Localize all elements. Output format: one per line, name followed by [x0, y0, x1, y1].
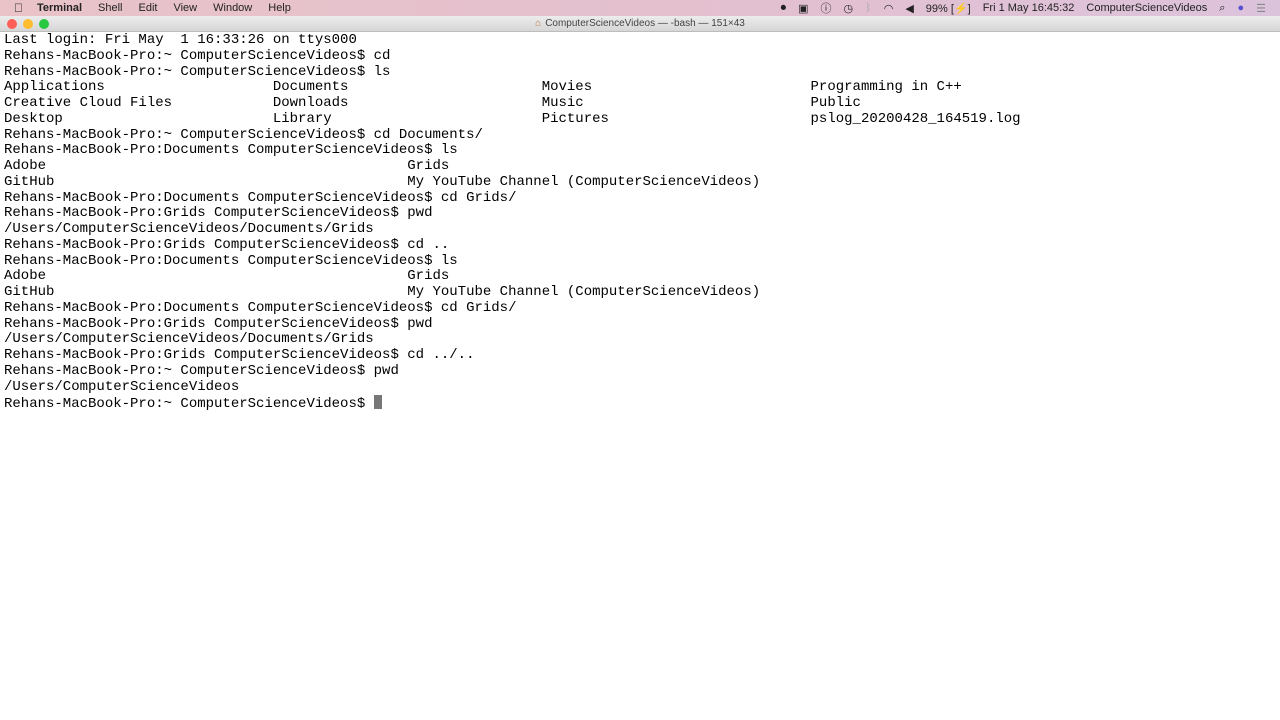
text-cursor	[373, 395, 382, 410]
wifi-icon[interactable]: ◠	[884, 2, 894, 15]
terminal-line: Rehans-MacBook-Pro:Documents ComputerSci…	[4, 189, 517, 206]
terminal-line: /Users/ComputerScienceVideos	[4, 378, 240, 395]
terminal-line: GitHub My YouTube Channel (ComputerScien…	[4, 284, 761, 300]
home-folder-icon: ⌂	[535, 18, 542, 29]
terminal-line: Adobe Grids	[4, 268, 450, 285]
terminal-line: Rehans-MacBook-Pro:~ ComputerScienceVide…	[4, 126, 483, 143]
terminal-line: Rehans-MacBook-Pro:Documents ComputerSci…	[4, 299, 517, 316]
accessibility-icon[interactable]: ⓘ	[821, 0, 832, 16]
screen-record-icon[interactable]: ⏺	[781, 2, 787, 15]
terminal-line: Last login: Fri May 1 16:33:26 on ttys00…	[4, 32, 357, 48]
notification-center-icon[interactable]: ☰	[1256, 2, 1266, 15]
terminal-line: /Users/ComputerScienceVideos/Documents/G…	[4, 221, 374, 237]
menu-shell[interactable]: Shell	[98, 2, 122, 14]
terminal-line: Rehans-MacBook-Pro:Grids ComputerScience…	[4, 236, 450, 253]
zoom-button[interactable]	[39, 19, 49, 29]
window-title: ComputerScienceVideos — -bash — 151×43	[545, 18, 745, 29]
minimize-button[interactable]	[23, 19, 33, 29]
terminal-line: Rehans-MacBook-Pro:Documents ComputerSci…	[4, 252, 458, 269]
menu-view[interactable]: View	[173, 2, 197, 14]
terminal-line: Rehans-MacBook-Pro:Documents ComputerSci…	[4, 142, 458, 159]
menu-app-terminal[interactable]: Terminal	[37, 2, 82, 14]
terminal-line: Rehans-MacBook-Pro:~ ComputerScienceVide…	[4, 63, 391, 80]
menu-help[interactable]: Help	[268, 2, 291, 14]
apple-menu-icon[interactable]: 	[14, 1, 23, 15]
terminal-prompt: Rehans-MacBook-Pro:~ ComputerScienceVide…	[4, 396, 374, 413]
terminal-line: GitHub My YouTube Channel (ComputerScien…	[4, 173, 761, 190]
terminal-line: Creative Cloud Files Downloads Music Pub…	[4, 95, 861, 111]
terminal-prompt-line: Rehans-MacBook-Pro:~ ComputerScienceVide…	[4, 395, 1268, 413]
terminal-line: Rehans-MacBook-Pro:~ ComputerScienceVide…	[4, 362, 399, 379]
menu-edit[interactable]: Edit	[139, 2, 158, 14]
airplay-icon[interactable]: ▣	[798, 2, 808, 15]
terminal-line: Rehans-MacBook-Pro:Grids ComputerScience…	[4, 347, 475, 363]
close-button[interactable]	[7, 19, 17, 29]
menu-window[interactable]: Window	[213, 2, 252, 14]
window-title-bar: ⌂ ComputerScienceVideos — -bash — 151×43	[0, 16, 1280, 32]
volume-icon[interactable]: ◀	[905, 2, 913, 15]
terminal-line: Desktop Library Pictures pslog_20200428_…	[4, 110, 1021, 127]
terminal-line: /Users/ComputerScienceVideos/Documents/G…	[4, 331, 374, 348]
time-machine-icon[interactable]: ◷	[844, 2, 854, 15]
battery-icon: [⚡]	[950, 2, 971, 15]
terminal-line: Rehans-MacBook-Pro:Grids ComputerScience…	[4, 315, 433, 332]
terminal-line: Adobe Grids	[4, 158, 450, 174]
clock[interactable]: Fri 1 May 16:45:32	[983, 2, 1075, 14]
terminal-line: Rehans-MacBook-Pro:~ ComputerScienceVide…	[4, 47, 391, 64]
terminal-line: Rehans-MacBook-Pro:Grids ComputerScience…	[4, 205, 433, 222]
battery-status[interactable]: 99% [⚡]	[926, 2, 971, 15]
terminal-output[interactable]: Last login: Fri May 1 16:33:26 on ttys00…	[4, 32, 1268, 720]
siri-icon[interactable]: ●	[1237, 2, 1244, 14]
bluetooth-icon[interactable]: ᛒ	[865, 2, 872, 14]
user-name[interactable]: ComputerScienceVideos	[1086, 2, 1207, 14]
menu-bar:  Terminal Shell Edit View Window Help ⏺…	[0, 0, 1280, 16]
spotlight-search-icon[interactable]: ⌕	[1219, 2, 1225, 15]
terminal-line: Applications Documents Movies Programmin…	[4, 79, 962, 96]
